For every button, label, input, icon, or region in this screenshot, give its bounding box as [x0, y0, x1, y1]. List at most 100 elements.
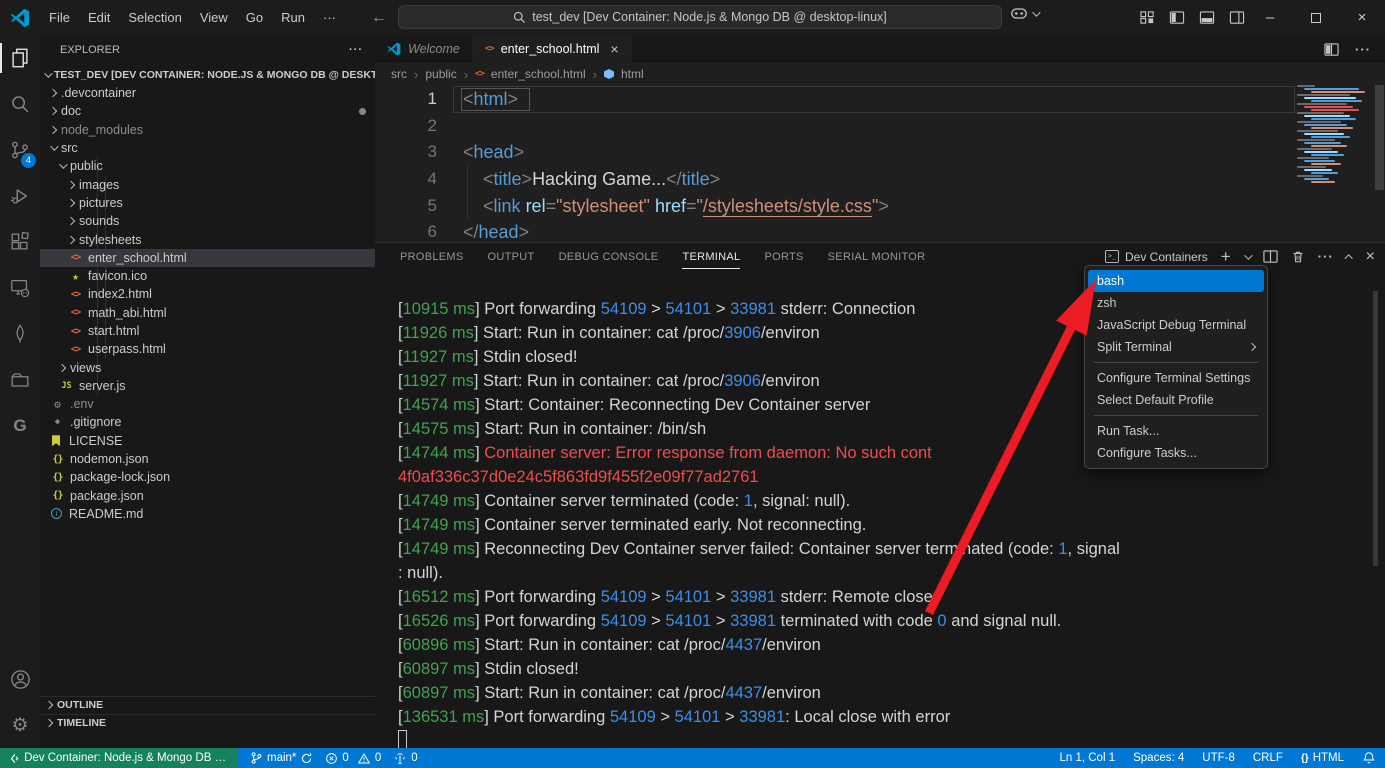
panel-tab-serial-monitor[interactable]: SERIAL MONITOR — [828, 245, 926, 269]
command-center-search[interactable]: test_dev [Dev Container: Node.js & Mongo… — [398, 5, 1002, 29]
tree-item-nodemon-json[interactable]: {}nodemon.json — [40, 450, 375, 468]
menubar-item-[interactable]: ··· — [314, 6, 345, 29]
problems-status[interactable]: 0 0 — [325, 752, 381, 765]
tree-item-math-abi-html[interactable]: <>math_abi.html — [40, 304, 375, 322]
new-terminal-icon[interactable]: + — [1221, 247, 1231, 267]
tree-item-src[interactable]: src — [40, 139, 375, 157]
panel-tab-problems[interactable]: PROBLEMS — [400, 245, 464, 269]
source-control-icon[interactable]: 4 — [0, 127, 40, 173]
menu-item-select-default-profile[interactable]: Select Default Profile — [1088, 389, 1264, 411]
language-mode[interactable]: {}HTML — [1301, 752, 1344, 764]
breadcrumb-symbol[interactable]: html — [621, 67, 644, 81]
containers-icon[interactable] — [0, 357, 40, 403]
minimap[interactable] — [1297, 85, 1355, 184]
terminal-output[interactable]: [10915 ms] Port forwarding 54109 > 54101… — [398, 297, 1204, 729]
breadcrumb-public[interactable]: public — [425, 67, 456, 81]
panel-tab-output[interactable]: OUTPUT — [488, 245, 535, 269]
maximize-panel-icon[interactable] — [1344, 254, 1352, 262]
tab-welcome[interactable]: Welcome — [375, 35, 473, 63]
tree-item-doc[interactable]: doc — [40, 102, 375, 120]
terminal-profile-dropdown-icon[interactable] — [1244, 251, 1252, 259]
tree-item-start-html[interactable]: <>start.html — [40, 322, 375, 340]
encoding[interactable]: UTF-8 — [1202, 752, 1235, 764]
editor-more-actions-icon[interactable]: ··· — [1355, 42, 1371, 57]
tab-enter-school[interactable]: <> enter_school.html × — [473, 35, 632, 63]
tree-item-favicon-ico[interactable]: ★favicon.ico — [40, 267, 375, 285]
accounts-icon[interactable] — [0, 656, 40, 702]
menu-item-configure-terminal-settings[interactable]: Configure Terminal Settings — [1088, 367, 1264, 389]
close-panel-icon[interactable]: × — [1366, 248, 1375, 266]
indentation[interactable]: Spaces: 4 — [1133, 752, 1184, 764]
menubar-item-run[interactable]: Run — [272, 6, 314, 29]
tree-item-sounds[interactable]: sounds — [40, 212, 375, 230]
tree-item-node-modules[interactable]: node_modules — [40, 121, 375, 139]
tree-item-package-json[interactable]: {}package.json — [40, 487, 375, 505]
remote-explorer-icon[interactable] — [0, 265, 40, 311]
code-editor[interactable]: 123456 <html><head> <title>Hacking Game.… — [375, 85, 1385, 242]
mongodb-icon[interactable] — [0, 311, 40, 357]
menu-item-run-task---[interactable]: Run Task... — [1088, 420, 1264, 442]
extensions-icon[interactable] — [0, 219, 40, 265]
toggle-panel-icon[interactable] — [1199, 10, 1215, 25]
remote-indicator[interactable]: Dev Container: Node.js & Mongo DB @ desk… — [0, 748, 238, 768]
customize-layout-icon[interactable] — [1140, 10, 1155, 25]
split-editor-icon[interactable] — [1324, 42, 1339, 57]
panel-more-actions-icon[interactable]: ··· — [1318, 249, 1334, 264]
close-tab-icon[interactable]: × — [610, 41, 618, 57]
tree-item-stylesheets[interactable]: stylesheets — [40, 230, 375, 248]
outline-section[interactable]: OUTLINE — [40, 696, 375, 713]
tree-item-enter-school-html[interactable]: <>enter_school.html — [40, 249, 375, 267]
panel-tab-ports[interactable]: PORTS — [764, 245, 803, 269]
menubar-item-edit[interactable]: Edit — [79, 6, 119, 29]
minimap-slider[interactable] — [1375, 85, 1384, 190]
breadcrumb-file[interactable]: enter_school.html — [491, 67, 586, 81]
menu-item-javascript-debug-terminal[interactable]: JavaScript Debug Terminal — [1088, 314, 1264, 336]
minimize-button[interactable]: – — [1247, 0, 1293, 35]
menu-item-bash[interactable]: bash — [1088, 270, 1264, 292]
breadcrumb-src[interactable]: src — [391, 67, 407, 81]
port-forward-status[interactable]: 0 — [393, 752, 417, 765]
tree-item-public[interactable]: public — [40, 157, 375, 175]
tree-item-userpass-html[interactable]: <>userpass.html — [40, 340, 375, 358]
tree-item--devcontainer[interactable]: .devcontainer — [40, 84, 375, 102]
menu-item-configure-tasks---[interactable]: Configure Tasks... — [1088, 442, 1264, 464]
toggle-secondary-sidebar-icon[interactable] — [1229, 10, 1245, 25]
back-arrow-icon[interactable]: ← — [371, 9, 387, 27]
panel-tab-debug-console[interactable]: DEBUG CONSOLE — [559, 245, 659, 269]
tree-item--env[interactable]: ⚙.env — [40, 395, 375, 413]
terminal-profile[interactable]: >_ Dev Containers — [1105, 250, 1208, 264]
tree-item-server-js[interactable]: JSserver.js — [40, 377, 375, 395]
maximize-button[interactable] — [1293, 0, 1339, 35]
tree-item-images[interactable]: images — [40, 175, 375, 193]
gitlens-icon[interactable]: G — [0, 403, 40, 449]
menu-item-zsh[interactable]: zsh — [1088, 292, 1264, 314]
tree-item-views[interactable]: views — [40, 358, 375, 376]
menubar-item-file[interactable]: File — [40, 6, 79, 29]
split-terminal-icon[interactable] — [1263, 249, 1278, 264]
workspace-root-folder[interactable]: TEST_DEV [DEV CONTAINER: NODE.JS & MONGO… — [40, 66, 375, 84]
notifications-bell[interactable] — [1362, 751, 1376, 765]
menubar-item-go[interactable]: Go — [237, 6, 272, 29]
menu-item-split-terminal[interactable]: Split Terminal — [1088, 336, 1264, 358]
tree-item--gitignore[interactable]: ◆.gitignore — [40, 413, 375, 431]
toggle-primary-sidebar-icon[interactable] — [1169, 10, 1185, 25]
terminal-scrollbar[interactable] — [1373, 291, 1378, 566]
panel-tab-terminal[interactable]: TERMINAL — [682, 245, 740, 269]
menubar-item-view[interactable]: View — [191, 6, 237, 29]
search-icon[interactable] — [0, 81, 40, 127]
tree-item-readme-md[interactable]: iREADME.md — [40, 505, 375, 523]
explorer-more-actions-icon[interactable]: ··· — [349, 44, 363, 56]
tree-item-pictures[interactable]: pictures — [40, 194, 375, 212]
run-debug-icon[interactable] — [0, 173, 40, 219]
git-branch-status[interactable]: main* — [250, 751, 313, 765]
copilot-menu[interactable] — [1010, 6, 1038, 21]
tree-item-index2-html[interactable]: <>index2.html — [40, 285, 375, 303]
explorer-icon[interactable] — [0, 35, 40, 81]
timeline-section[interactable]: TIMELINE — [40, 714, 375, 731]
tree-item-package-lock-json[interactable]: {}package-lock.json — [40, 468, 375, 486]
cursor-position[interactable]: Ln 1, Col 1 — [1059, 752, 1115, 764]
menubar-item-selection[interactable]: Selection — [119, 6, 190, 29]
kill-terminal-trash-icon[interactable] — [1291, 249, 1305, 264]
settings-gear-icon[interactable]: ⚙ — [0, 702, 40, 748]
close-window-button[interactable]: × — [1339, 0, 1385, 35]
